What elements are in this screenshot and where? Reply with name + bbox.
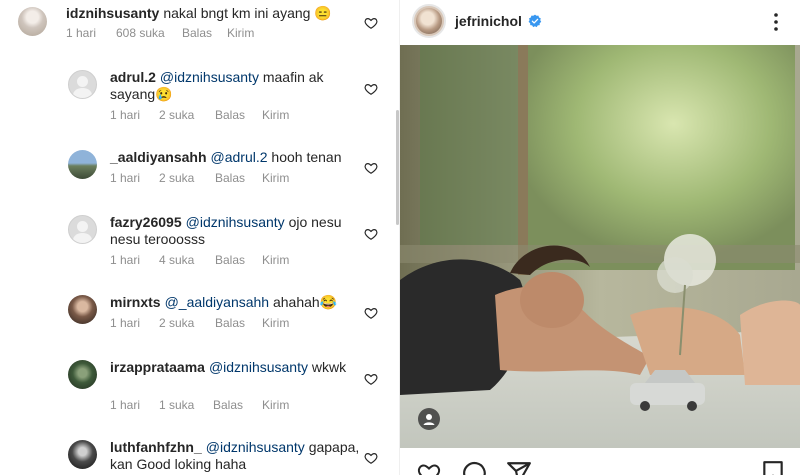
reply-button[interactable]: Balas bbox=[213, 398, 262, 412]
reply-button[interactable]: Balas bbox=[215, 108, 262, 122]
heart-outline-icon[interactable] bbox=[416, 461, 442, 475]
more-vertical-icon[interactable] bbox=[772, 12, 780, 32]
heart-outline-icon[interactable] bbox=[364, 227, 378, 241]
comment-username[interactable]: irzapprataama bbox=[110, 359, 205, 375]
reply-button[interactable]: Balas bbox=[215, 171, 262, 185]
post-photo[interactable] bbox=[400, 45, 800, 448]
heart-outline-icon[interactable] bbox=[364, 451, 378, 465]
comment-time[interactable]: 1 hari bbox=[110, 316, 159, 330]
comment-likes[interactable]: 2 suka bbox=[159, 171, 215, 185]
comment-mention[interactable]: @_aaldiyansahh bbox=[165, 294, 270, 310]
comment-likes[interactable]: 2 suka bbox=[159, 108, 215, 122]
avatar[interactable] bbox=[68, 440, 97, 469]
post: jefrinichol bbox=[400, 0, 800, 475]
comment-mention[interactable]: @idznihsusanty bbox=[160, 69, 259, 85]
post-actions-bar bbox=[400, 448, 800, 475]
avatar[interactable] bbox=[68, 150, 97, 179]
avatar[interactable] bbox=[18, 7, 47, 36]
comment-mention[interactable]: @idznihsusanty bbox=[209, 359, 308, 375]
user-tag-icon[interactable] bbox=[418, 408, 440, 430]
bookmark-icon[interactable] bbox=[762, 460, 784, 475]
comment-likes[interactable]: 1 suka bbox=[159, 398, 213, 412]
send-button[interactable]: Kirim bbox=[262, 253, 289, 267]
comment-text: ahahah😂 bbox=[272, 294, 338, 310]
send-button[interactable]: Kirim bbox=[262, 171, 289, 185]
comment-time[interactable]: 1 hari bbox=[110, 253, 159, 267]
comment-mention[interactable]: @idznihsusanty bbox=[186, 214, 285, 230]
avatar[interactable] bbox=[68, 70, 97, 99]
heart-outline-icon[interactable] bbox=[364, 372, 378, 386]
comment-text: hooh tenan bbox=[271, 149, 342, 165]
comment-text: nakal bngt km ini ayang 😑 bbox=[163, 5, 332, 21]
comment-time[interactable]: 1 hari bbox=[110, 108, 159, 122]
send-paper-plane-icon[interactable] bbox=[506, 460, 532, 475]
reply-button[interactable]: Balas bbox=[182, 26, 224, 40]
comment-list: idznihsusanty nakal bngt km ini ayang 😑 1… bbox=[0, 0, 395, 475]
verified-badge-icon bbox=[528, 14, 542, 28]
comment-username[interactable]: mirnxts bbox=[110, 294, 161, 310]
comment-username[interactable]: fazry26095 bbox=[110, 214, 182, 230]
comment-time[interactable]: 1 hari bbox=[66, 26, 121, 40]
send-button[interactable]: Kirim bbox=[227, 26, 254, 40]
avatar[interactable] bbox=[68, 295, 97, 324]
comment-text: wkwk bbox=[311, 359, 347, 375]
comment-likes[interactable]: 608 suka bbox=[116, 26, 182, 40]
post-photo-image bbox=[400, 45, 800, 448]
post-username[interactable]: jefrinichol bbox=[455, 13, 522, 29]
comment-username[interactable]: _aaldiyansahh bbox=[110, 149, 207, 165]
avatar[interactable] bbox=[68, 215, 97, 244]
comment-username[interactable]: idznihsusanty bbox=[66, 5, 159, 21]
heart-outline-icon[interactable] bbox=[364, 161, 378, 175]
avatar[interactable] bbox=[68, 360, 97, 389]
heart-outline-icon[interactable] bbox=[364, 82, 378, 96]
heart-outline-icon[interactable] bbox=[364, 306, 378, 320]
comment-likes[interactable]: 4 suka bbox=[159, 253, 215, 267]
send-button[interactable]: Kirim bbox=[262, 316, 289, 330]
heart-outline-icon[interactable] bbox=[364, 16, 378, 30]
send-button[interactable]: Kirim bbox=[262, 398, 289, 412]
comment-bubble-icon[interactable] bbox=[461, 460, 487, 475]
comment-username[interactable]: adrul.2 bbox=[110, 69, 156, 85]
comment-username[interactable]: luthfanhfzhn_ bbox=[110, 439, 202, 455]
comment-mention[interactable]: @idznihsusanty bbox=[206, 439, 305, 455]
send-button[interactable]: Kirim bbox=[262, 108, 289, 122]
post-header: jefrinichol bbox=[400, 0, 800, 45]
comment-time[interactable]: 1 hari bbox=[110, 398, 159, 412]
comment-time[interactable]: 1 hari bbox=[110, 171, 159, 185]
reply-button[interactable]: Balas bbox=[215, 316, 262, 330]
reply-button[interactable]: Balas bbox=[215, 253, 262, 267]
comment-mention[interactable]: @adrul.2 bbox=[211, 149, 268, 165]
comment-likes[interactable]: 2 suka bbox=[159, 316, 215, 330]
post-avatar[interactable] bbox=[412, 4, 446, 38]
